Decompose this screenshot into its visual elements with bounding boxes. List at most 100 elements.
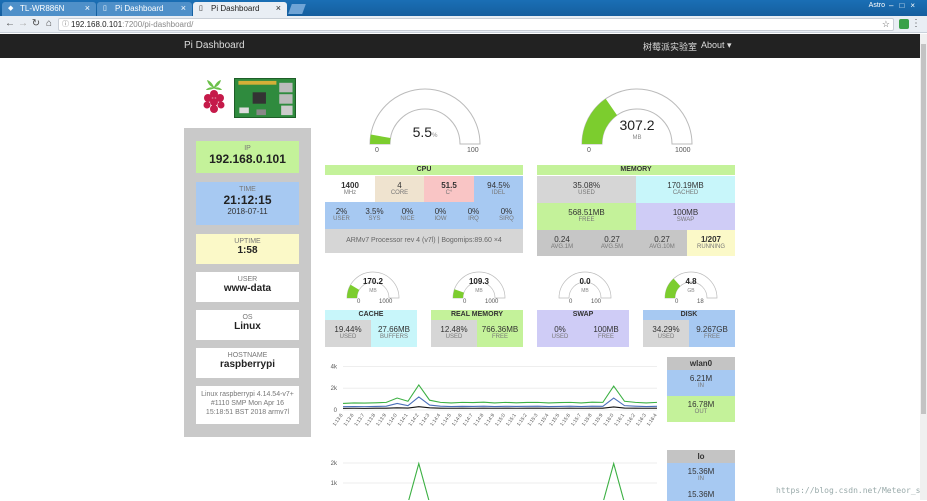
nav-link-lab[interactable]: 树莓派实验室 — [643, 40, 697, 53]
close-tab-icon[interactable]: × — [181, 3, 186, 13]
lo-out-cell: 15.36M — [667, 489, 735, 501]
browser-tab-router[interactable]: ◆ TL-WR886N × — [2, 2, 96, 16]
scrollbar-thumb[interactable] — [921, 44, 926, 414]
series-line-0 — [408, 461, 625, 500]
cpu-idle-unit: IDEL — [491, 190, 506, 196]
home-icon[interactable]: ⌂ — [43, 18, 55, 30]
extension-shield-icon[interactable] — [899, 19, 909, 29]
info-icon[interactable]: ⓘ — [62, 19, 69, 30]
cpu-cores-cell: 4 CORE — [375, 176, 424, 202]
address-bar[interactable]: ⓘ 192.168.0.101:7200/pi-dashboard/ ☆ — [58, 18, 894, 31]
swap-value: 0% — [554, 325, 566, 334]
swap-label: FREE — [597, 334, 614, 340]
new-tab-button[interactable] — [288, 4, 306, 14]
load-label: RUNNING — [697, 244, 725, 250]
cpu-stat-cell: 0% SIRQ — [490, 202, 523, 229]
cpu-freq: 1400 — [341, 181, 359, 190]
y-tick-label: 2k — [331, 461, 338, 467]
cache-gauge-max: 1000 — [379, 299, 393, 305]
wlan0-title: wlan0 — [667, 357, 735, 370]
time-label: TIME — [239, 186, 256, 193]
window-controls[interactable]: –□× — [889, 1, 921, 10]
user-label: USER — [237, 276, 258, 283]
browser-menu-icon[interactable]: ⋮ — [911, 18, 921, 29]
real-gauge-max: 1000 — [485, 299, 499, 305]
cpu-stat-cell: 0% IOW — [424, 202, 457, 229]
real-value: 12.48% — [440, 325, 468, 334]
profile-name[interactable]: Astro — [869, 2, 885, 9]
real-used-cell: 12.48% USED — [431, 320, 477, 347]
tab-title: Pi Dashboard — [211, 4, 260, 13]
browser-tab-dashboard-2[interactable]: ▯ Pi Dashboard × — [193, 2, 287, 16]
cpu-gauge-unit: % — [432, 133, 438, 139]
tab-title: Pi Dashboard — [115, 4, 164, 13]
tab-title: TL-WR886N — [20, 4, 65, 13]
forward-arrow-icon[interactable]: → — [17, 18, 29, 30]
cpu-temp-cell: 51.5 C° — [424, 176, 474, 202]
cpu-temp-unit: C° — [445, 190, 453, 196]
disk-gauge-max: 18 — [697, 299, 704, 305]
disk-header: DISK — [643, 310, 735, 320]
browser-tab-dashboard-1[interactable]: ▯ Pi Dashboard × — [97, 2, 192, 16]
hostname-label: HOSTNAME — [227, 352, 268, 359]
system-info-panel: IP 192.168.0.101 TIME 21:12:15 2018-07-1… — [184, 128, 311, 437]
swap-label: USED — [551, 334, 569, 340]
uname-text: Linux raspberrypi 4.14.54-v7+ #1110 SMP … — [201, 391, 294, 416]
cpu-cores: 4 — [397, 181, 402, 190]
url-host: 192.168.0.101 — [71, 20, 123, 29]
cache-value: 27.66MB — [377, 325, 411, 334]
load-average-cell: 0.27 AVG.10M — [637, 230, 687, 256]
cpu-stat-label: SIRQ — [499, 216, 514, 222]
memory-gauge-unit: MB — [632, 135, 642, 141]
cpu-header: CPU — [325, 165, 523, 175]
cache-free-cell: 27.66MB BUFFERS — [371, 320, 417, 347]
cpu-model: ARMv7 Processor rev 4 (v7l) | Bogomips:8… — [325, 229, 523, 253]
cpu-stat-label: SYS — [368, 216, 381, 222]
cache-gauge-unit: MB — [369, 288, 377, 294]
memory-free: 568.51MB — [568, 208, 605, 217]
browser-tab-bar: ◆ TL-WR886N × ▯ Pi Dashboard × ▯ Pi Dash… — [0, 0, 927, 16]
series-line-2 — [342, 406, 658, 409]
lo-traffic-chart: 2k1k0 — [331, 461, 657, 500]
bookmark-star-icon[interactable]: ☆ — [882, 19, 890, 30]
close-tab-icon[interactable]: × — [276, 3, 281, 13]
browser-toolbar: ← → ↻ ⌂ ⓘ 192.168.0.101:7200/pi-dashboar… — [0, 16, 927, 33]
reload-icon[interactable]: ↻ — [30, 18, 42, 30]
load-value: 1/207 — [700, 235, 722, 244]
cache-gauge-number: 170.2 — [362, 277, 384, 286]
real-header: REAL MEMORY — [431, 310, 523, 320]
caret-down-icon: ▾ — [727, 40, 732, 50]
real-gauge-number: 109.3 — [468, 277, 490, 286]
cpu-stat-label: NICE — [400, 216, 415, 222]
close-tab-icon[interactable]: × — [85, 3, 90, 13]
cpu-temp: 51.5 — [441, 181, 457, 190]
cpu-gauge-value: 5.5% — [395, 124, 455, 140]
real-gauge: 109.3 MB 0 1000 — [451, 270, 507, 305]
uptime-value: 1:58 — [237, 245, 258, 256]
wlan0-traffic-chart: 4k2k01:13:61:13:61:13:71:13:81:13:91:14:… — [331, 364, 659, 427]
load-label: AVG.10M — [649, 244, 675, 250]
brand-title[interactable]: Pi Dashboard — [184, 40, 245, 51]
lo-out: 15.36M — [687, 490, 715, 499]
cpu-gauge-number: 5.5 — [412, 124, 433, 140]
router-favicon-icon: ◆ — [8, 5, 14, 12]
page-scrollbar[interactable] — [920, 34, 927, 500]
load-value: 0.27 — [654, 235, 670, 244]
cache-gauge: 170.2 MB 0 1000 — [345, 270, 401, 305]
wlan0-out-unit: OUT — [694, 409, 708, 415]
back-arrow-icon[interactable]: ← — [4, 18, 16, 30]
load-average-cell: 0.27 AVG.5M — [587, 230, 637, 256]
memory-header: MEMORY — [537, 165, 735, 175]
swap-gauge-max: 100 — [591, 299, 602, 305]
time-value: 21:12:15 — [223, 193, 272, 207]
url-path: :7200/pi-dashboard/ — [122, 20, 194, 29]
lo-panel: lo 15.36M IN 15.36M — [667, 450, 735, 501]
real-label: USED — [445, 334, 463, 340]
memory-cached: 170.19MB — [667, 181, 704, 190]
nav-link-about[interactable]: About ▾ — [701, 40, 732, 51]
load-average-cell: 0.24 AVG.1M — [537, 230, 587, 256]
memory-gauge: 307.2 MB 0 1000 — [577, 84, 697, 154]
real-gauge-min: 0 — [463, 299, 467, 305]
cache-label: USED — [339, 334, 357, 340]
swap-gauge-min: 0 — [569, 299, 573, 305]
